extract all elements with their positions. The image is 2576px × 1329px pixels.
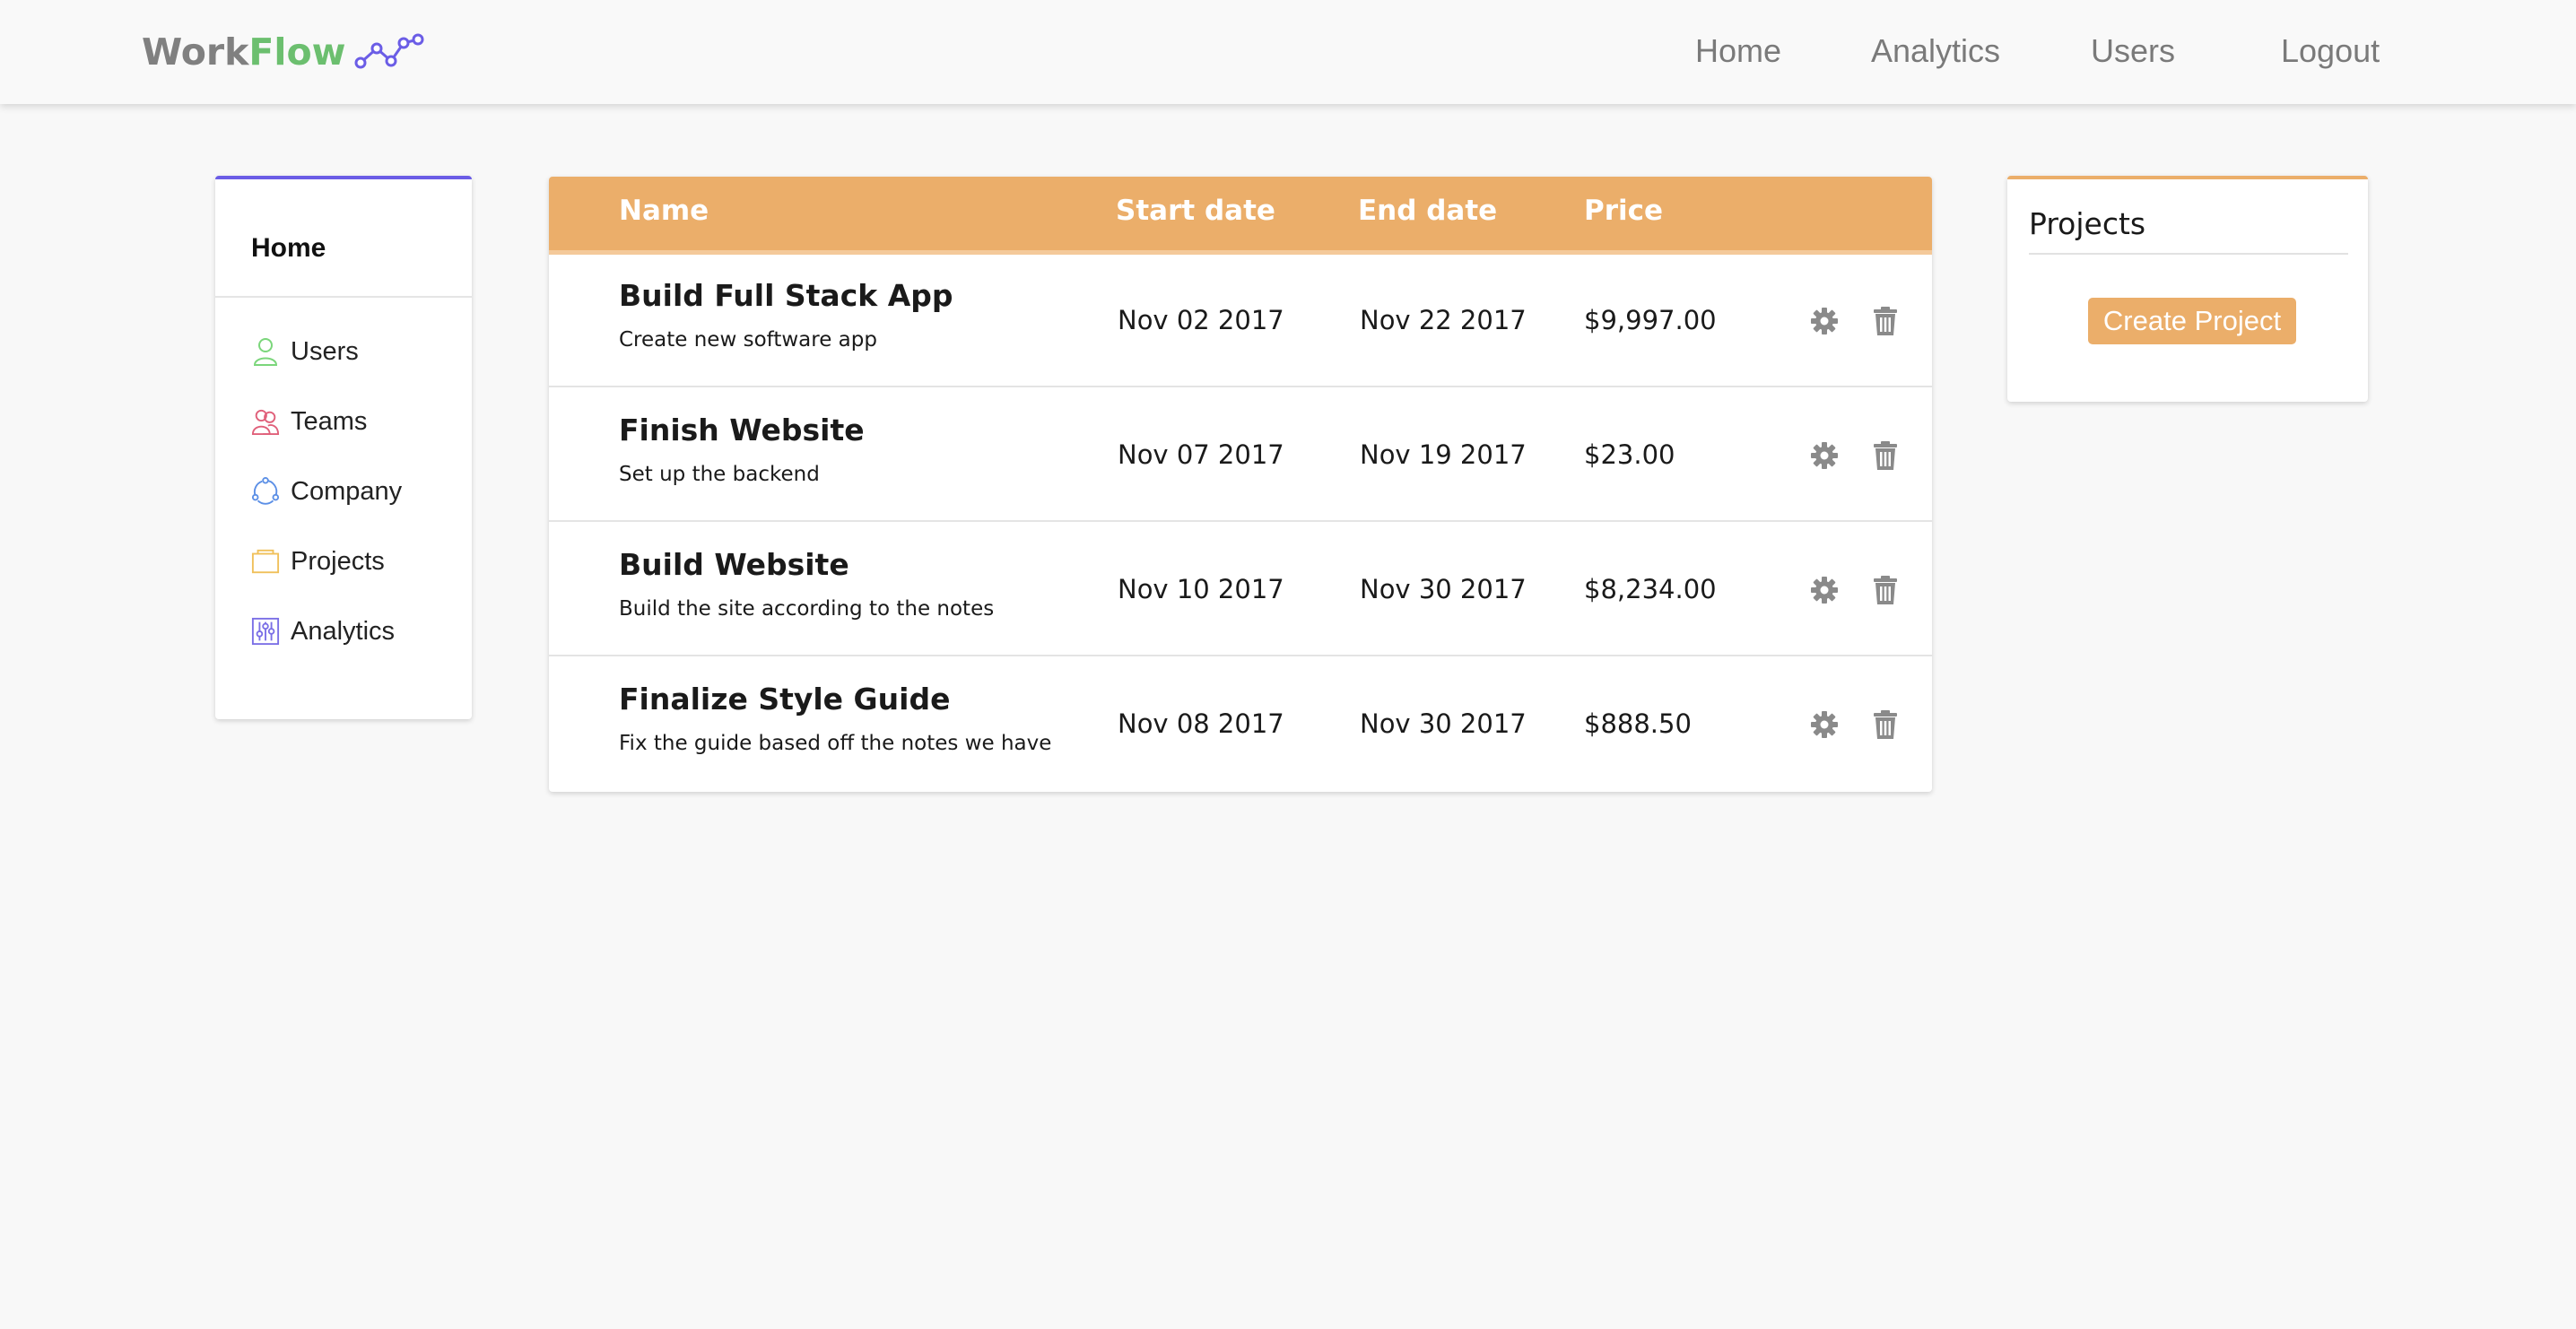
team-icon — [251, 405, 280, 438]
nav-users-link[interactable]: Users — [2091, 32, 2175, 70]
sidebar-item-label: Company — [291, 476, 403, 506]
project-description: Build the site according to the notes — [619, 597, 995, 621]
column-header-start-date[interactable]: Start date — [1116, 195, 1275, 227]
project-name: Finish Website — [619, 413, 865, 447]
table-header: Name Start date End date Price — [549, 177, 1932, 255]
settings-gear-icon[interactable] — [1806, 707, 1842, 743]
trash-icon[interactable] — [1867, 303, 1903, 339]
sidebar-item-users[interactable]: Users — [251, 332, 359, 371]
end-date: Nov 30 2017 — [1360, 574, 1527, 604]
user-icon — [251, 335, 280, 368]
settings-gear-icon[interactable] — [1806, 438, 1842, 473]
table-row[interactable]: Finish Website Set up the backend Nov 07… — [549, 387, 1932, 522]
trash-icon[interactable] — [1867, 707, 1903, 743]
table-row[interactable]: Build Full Stack App Create new software… — [549, 253, 1932, 387]
project-name: Build Website — [619, 547, 849, 582]
sidebar-item-label: Projects — [291, 546, 385, 576]
settings-gear-icon[interactable] — [1806, 572, 1842, 608]
sidebar-item-label: Users — [291, 336, 359, 366]
project-name: Finalize Style Guide — [619, 682, 951, 717]
projects-panel: Projects Create Project — [2007, 176, 2368, 402]
folder-icon — [251, 545, 280, 578]
trash-icon[interactable] — [1867, 438, 1903, 473]
project-name: Build Full Stack App — [619, 278, 953, 313]
graph-line-icon — [354, 33, 424, 69]
brand-name-part1: Work — [142, 30, 249, 74]
end-date: Nov 22 2017 — [1360, 305, 1527, 335]
sidebar-item-label: Analytics — [291, 616, 396, 646]
projects-panel-title: Projects — [2029, 206, 2146, 241]
brand-logo[interactable]: Work Flow — [142, 27, 425, 77]
price: $8,234.00 — [1584, 574, 1717, 604]
project-description: Fix the guide based off the notes we hav… — [619, 732, 1052, 755]
column-header-name[interactable]: Name — [619, 195, 709, 227]
column-header-price[interactable]: Price — [1584, 195, 1663, 227]
price: $9,997.00 — [1584, 305, 1717, 335]
column-header-end-date[interactable]: End date — [1358, 195, 1497, 227]
nav-analytics-link[interactable]: Analytics — [1871, 32, 2000, 70]
projects-panel-divider — [2029, 253, 2348, 255]
sidebar-item-label: Teams — [291, 406, 368, 436]
create-project-button[interactable]: Create Project — [2088, 298, 2296, 344]
start-date: Nov 08 2017 — [1118, 708, 1284, 739]
table-row[interactable]: Finalize Style Guide Fix the guide based… — [549, 656, 1932, 791]
trash-icon[interactable] — [1867, 572, 1903, 608]
sidebar-item-company[interactable]: Company — [251, 472, 402, 511]
project-description: Set up the backend — [619, 463, 820, 486]
start-date: Nov 07 2017 — [1118, 439, 1284, 470]
sidebar-title[interactable]: Home — [251, 233, 326, 264]
price: $23.00 — [1584, 439, 1675, 470]
brand-name-part2: Flow — [248, 30, 346, 74]
sidebar-item-projects[interactable]: Projects — [251, 542, 385, 581]
sidebar-item-analytics[interactable]: Analytics — [251, 612, 395, 651]
table-row[interactable]: Build Website Build the site according t… — [549, 522, 1932, 656]
start-date: Nov 02 2017 — [1118, 305, 1284, 335]
sliders-icon — [251, 615, 280, 647]
project-description: Create new software app — [619, 328, 877, 352]
end-date: Nov 30 2017 — [1360, 708, 1527, 739]
settings-gear-icon[interactable] — [1806, 303, 1842, 339]
company-icon — [251, 475, 280, 508]
sidebar-divider — [215, 296, 472, 298]
nav-home-link[interactable]: Home — [1695, 32, 1781, 70]
end-date: Nov 19 2017 — [1360, 439, 1527, 470]
sidebar-item-teams[interactable]: Teams — [251, 402, 367, 441]
sidebar: Home Users Teams Company Projects Analyt… — [215, 176, 472, 719]
start-date: Nov 10 2017 — [1118, 574, 1284, 604]
nav-logout-link[interactable]: Logout — [2281, 32, 2380, 70]
top-navbar: Work Flow Home Analytics Users Logout — [0, 0, 2576, 104]
price: $888.50 — [1584, 708, 1692, 739]
projects-table: Name Start date End date Price Build Ful… — [549, 177, 1932, 792]
